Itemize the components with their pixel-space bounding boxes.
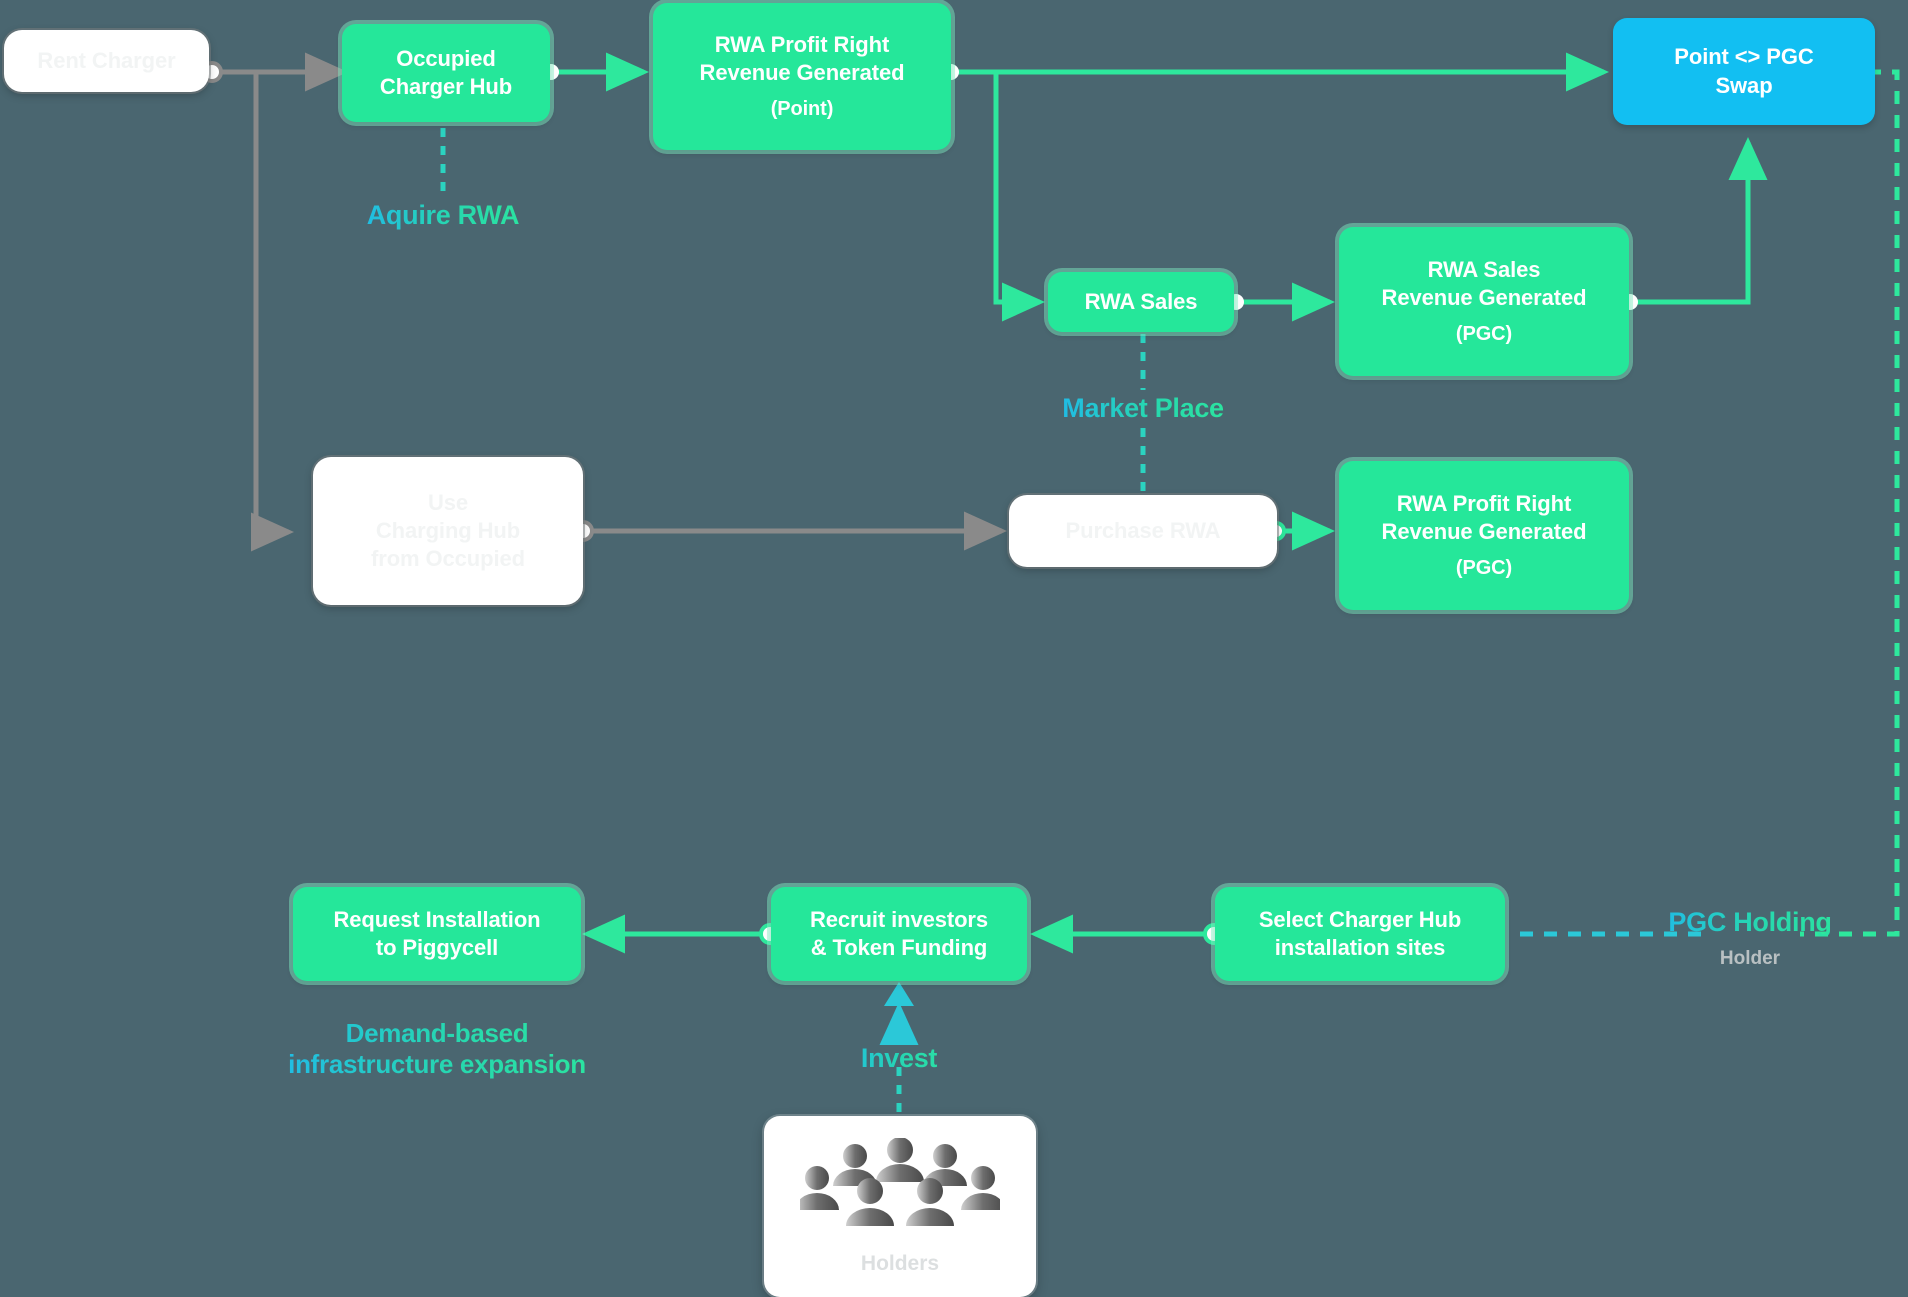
node-select-line1: Select Charger Hub xyxy=(1258,906,1462,932)
caption-demand-expansion: Demand-based infrastructure expansion xyxy=(245,1018,629,1079)
node-profit-pgc-line1: RWA Profit Right xyxy=(1396,490,1572,516)
node-request-installation[interactable]: Request Installation to Piggycell xyxy=(293,887,581,981)
node-use-charging-hub[interactable]: Use Charging Hub from Occupied xyxy=(313,457,583,605)
node-profit-pgc-sub: (PGC) xyxy=(1455,556,1513,579)
node-profit-point-sub: (Point) xyxy=(770,97,834,120)
node-swap-line2: Swap xyxy=(1715,72,1773,98)
node-sales-rev-sub: (PGC) xyxy=(1455,322,1513,345)
node-use-hub-line1: Use xyxy=(427,489,469,515)
node-purchase-rwa[interactable]: Purchase RWA xyxy=(1009,495,1277,567)
node-select-line2: installation sites xyxy=(1274,935,1446,960)
wire-dashed-pgc-holding xyxy=(1748,69,1900,937)
node-request-line2: to Piggycell xyxy=(375,935,499,960)
node-rent-charger[interactable]: Rent Charger xyxy=(4,30,209,92)
node-occupied-line1: Occupied xyxy=(396,45,496,71)
node-rwa-profit-right-pgc[interactable]: RWA Profit Right Revenue Generated (PGC) xyxy=(1339,461,1629,610)
people-group-icon xyxy=(800,1137,1000,1226)
node-point-pgc-swap[interactable]: Point <> PGC Swap xyxy=(1613,18,1875,125)
caption-pgc-holding: PGC Holding xyxy=(1640,907,1860,939)
wire-rent-to-use-hub xyxy=(251,72,295,552)
node-rwa-profit-right-point[interactable]: RWA Profit Right Revenue Generated (Poin… xyxy=(653,3,951,150)
caption-invest: Invest xyxy=(819,1043,979,1075)
wire-profit-to-rwa-sales xyxy=(993,72,1046,322)
node-sales-rev-line2: Revenue Generated xyxy=(1381,284,1587,310)
node-use-hub-line3: from Occupied xyxy=(371,546,525,572)
node-use-hub-line2: Charging Hub xyxy=(375,517,521,543)
node-profit-point-line2: Revenue Generated xyxy=(699,59,905,85)
caption-pgc-holding-sub: Holder xyxy=(1719,948,1781,969)
connector-layer xyxy=(201,52,1900,1112)
node-holders[interactable]: Holders xyxy=(764,1116,1036,1297)
caption-aquire-rwa: Aquire RWA xyxy=(343,200,543,232)
node-rent-charger-label: Rent Charger xyxy=(37,47,176,73)
node-rwa-sales-label: RWA Sales xyxy=(1084,288,1198,314)
node-recruit-line1: Recruit investors xyxy=(809,906,989,932)
node-profit-point-line1: RWA Profit Right xyxy=(714,31,890,57)
node-swap-line1: Point <> PGC xyxy=(1674,44,1814,70)
node-occupied-line2: Charger Hub xyxy=(379,74,513,99)
node-sales-rev-line1: RWA Sales xyxy=(1427,256,1541,282)
node-request-line1: Request Installation xyxy=(333,906,541,932)
node-holders-label: Holders xyxy=(860,1251,940,1275)
node-profit-pgc-line2: Revenue Generated xyxy=(1381,518,1587,544)
caption-market-place: Market Place xyxy=(1043,393,1243,425)
diagram-canvas: Rent Charger Occupied Charger Hub RWA Pr… xyxy=(0,0,1908,1297)
wire-sales-revenue-to-swap xyxy=(1630,136,1768,305)
node-rwa-sales-revenue-pgc[interactable]: RWA Sales Revenue Generated (PGC) xyxy=(1339,227,1629,376)
node-occupied-charger-hub[interactable]: Occupied Charger Hub xyxy=(342,24,550,122)
node-recruit-line2: & Token Funding xyxy=(810,935,988,960)
node-purchase-rwa-label: Purchase RWA xyxy=(1065,517,1221,543)
node-recruit-investors[interactable]: Recruit investors & Token Funding xyxy=(771,887,1027,981)
node-select-installation-sites[interactable]: Select Charger Hub installation sites xyxy=(1215,887,1505,981)
node-rwa-sales[interactable]: RWA Sales xyxy=(1048,272,1234,332)
